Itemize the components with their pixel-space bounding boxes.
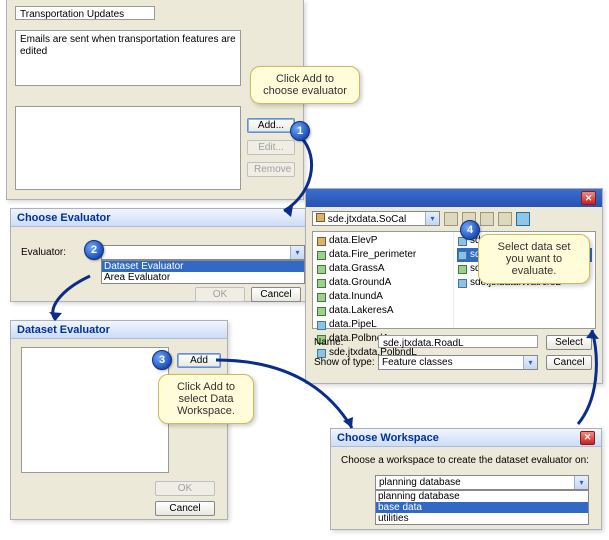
dataset-evaluator-title: Dataset Evaluator [11, 321, 227, 339]
close-icon[interactable]: ✕ [581, 191, 596, 205]
dataset-list[interactable] [21, 347, 169, 473]
lookin-dropdown[interactable]: sde.jtxdata.SoCal ▾ [312, 211, 440, 226]
evaluator-dropdown[interactable]: ▾ [101, 245, 305, 260]
dialog-title-text: Choose Workspace [337, 432, 439, 444]
list-item[interactable]: data.GroundA [316, 276, 450, 290]
chevron-down-icon: ▾ [574, 476, 588, 489]
add-button[interactable]: Add... [247, 118, 295, 133]
step-badge-1: 1 [290, 121, 310, 141]
callout-step-1: Click Add to choose evaluator [250, 66, 360, 104]
remove-button: Remove [247, 162, 295, 177]
ok-button: OK [155, 481, 215, 496]
lookin-value: sde.jtxdata.SoCal [328, 214, 406, 225]
details-view-icon[interactable] [498, 212, 512, 226]
evaluator-label: Evaluator: [21, 247, 66, 258]
tool-icon[interactable] [516, 212, 530, 226]
chevron-down-icon: ▾ [290, 246, 304, 259]
workspace-prompt: Choose a workspace to create the dataset… [341, 455, 589, 466]
chevron-down-icon: ▾ [425, 212, 439, 225]
list-item[interactable]: data.Fire_perimeter [316, 248, 450, 262]
choose-evaluator-dialog: Choose Evaluator Evaluator: ▾ Dataset Ev… [10, 208, 310, 302]
step-badge-4: 4 [460, 220, 480, 240]
name-label: Name: [314, 337, 343, 348]
list-item[interactable]: data.InundA [316, 290, 450, 304]
workspace-option[interactable]: utilities [376, 513, 588, 524]
list-view-icon[interactable] [480, 212, 494, 226]
evaluator-list[interactable] [15, 106, 241, 190]
workspace-option[interactable]: base data [376, 502, 588, 513]
up-folder-icon[interactable] [444, 212, 458, 226]
workspace-dropdown[interactable]: planning database ▾ [375, 475, 589, 490]
browse-dialog: ✕ sde.jtxdata.SoCal ▾ data.ElevP data.Fi… [305, 188, 603, 384]
step-badge-3: 3 [152, 350, 172, 370]
browse-toolbar [444, 212, 530, 226]
browse-column-1[interactable]: data.ElevP data.Fire_perimeter data.Gras… [313, 232, 454, 328]
list-item[interactable]: data.LakeresA [316, 304, 450, 318]
choose-evaluator-title: Choose Evaluator [11, 209, 309, 227]
cancel-button[interactable]: Cancel [155, 501, 215, 516]
close-icon[interactable]: ✕ [580, 431, 595, 445]
showtype-dropdown[interactable]: Feature classes ▾ [378, 355, 538, 370]
dialog-title-text: Dataset Evaluator [17, 324, 110, 336]
step-badge-2: 2 [84, 240, 104, 260]
dialog-title-text: Choose Evaluator [17, 212, 111, 224]
notification-title-field[interactable]: Transportation Updates [15, 6, 155, 20]
list-item[interactable]: data.PipeL [316, 318, 450, 332]
add-button[interactable]: Add [177, 353, 221, 368]
browse-titlebar: ✕ [306, 189, 602, 207]
callout-step-4: Select data set you want to evaluate. [478, 234, 590, 284]
cancel-button[interactable]: Cancel [546, 355, 592, 370]
notification-message-field[interactable]: Emails are sent when transportation feat… [15, 30, 241, 86]
edit-button: Edit... [247, 140, 295, 155]
workspace-selected: planning database [376, 476, 574, 489]
list-item[interactable]: data.ElevP [316, 234, 450, 248]
folder-icon [316, 213, 325, 222]
showtype-value: Feature classes [379, 356, 523, 369]
evaluator-option-area[interactable]: Area Evaluator [102, 272, 304, 283]
select-button[interactable]: Select [546, 335, 592, 350]
workspace-options-list[interactable]: planning database base data utilities [375, 490, 589, 525]
ok-button: OK [195, 287, 245, 302]
evaluator-options-list[interactable]: Dataset Evaluator Area Evaluator [101, 260, 305, 284]
callout-step-3: Click Add to select Data Workspace. [158, 374, 254, 424]
evaluator-option-dataset[interactable]: Dataset Evaluator [102, 261, 304, 272]
chevron-down-icon: ▾ [523, 356, 537, 369]
workspace-option[interactable]: planning database [376, 491, 588, 502]
cancel-button[interactable]: Cancel [251, 287, 301, 302]
list-item[interactable]: data.GrassA [316, 262, 450, 276]
name-field[interactable]: sde.jtxdata.RoadL [378, 335, 538, 348]
choose-workspace-title: Choose Workspace ✕ [331, 429, 601, 447]
choose-workspace-dialog: Choose Workspace ✕ Choose a workspace to… [330, 428, 602, 530]
showtype-label: Show of type: [314, 357, 375, 368]
